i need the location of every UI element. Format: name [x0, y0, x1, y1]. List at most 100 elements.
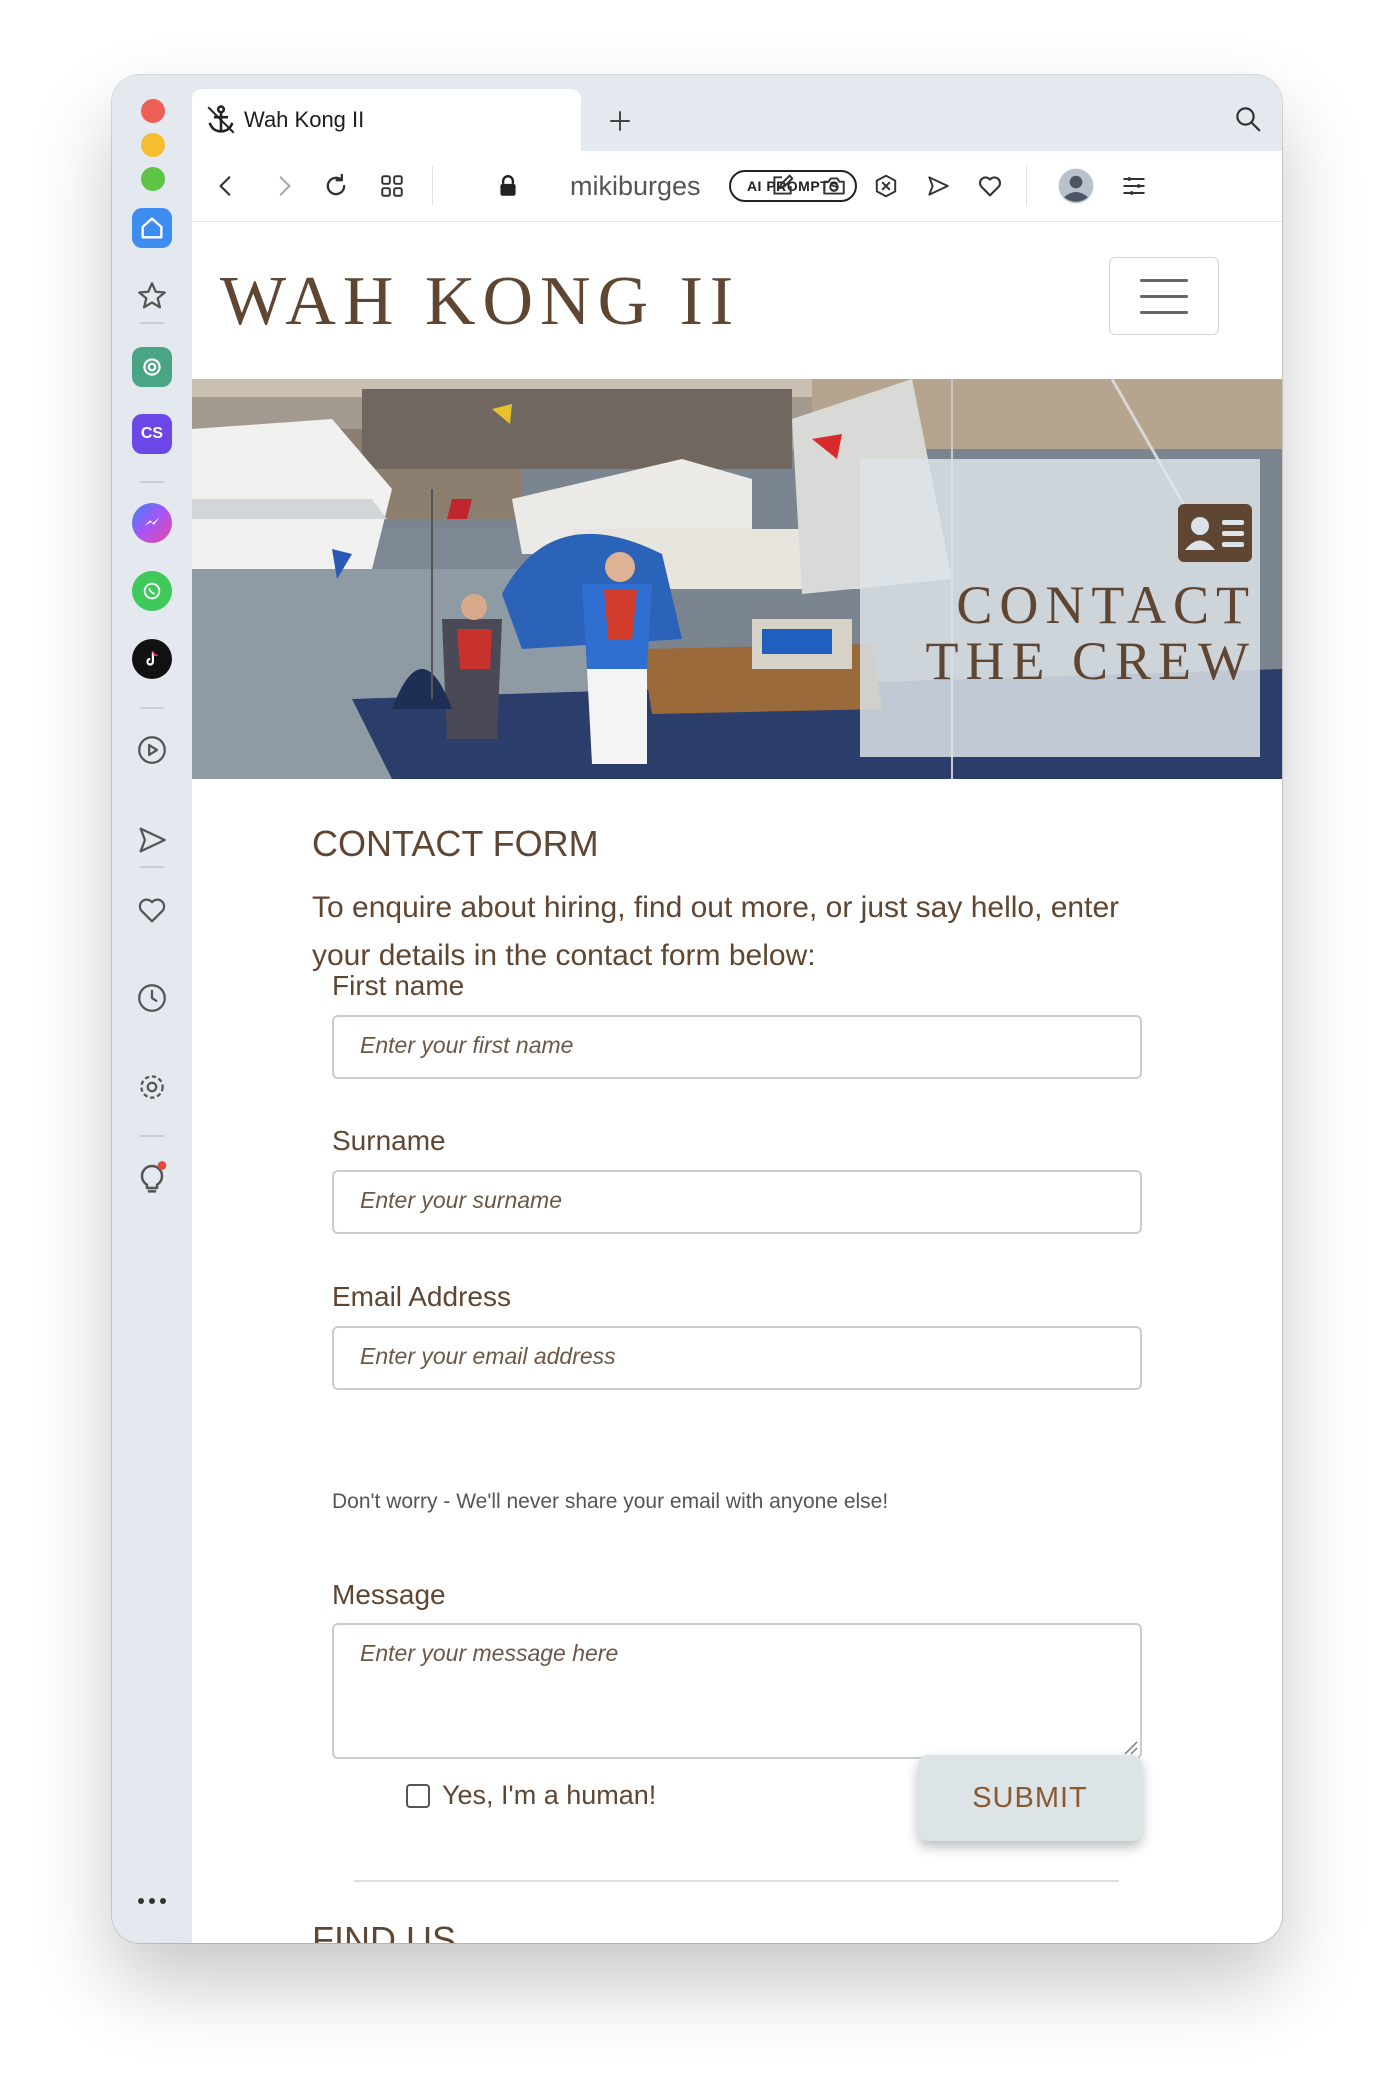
send-page-button[interactable] [916, 164, 960, 208]
reload-button[interactable] [314, 164, 358, 208]
tiktok-icon [132, 639, 172, 679]
more-icon [138, 1898, 166, 1904]
tab-bar: Wah Kong II [192, 75, 1282, 151]
find-us-heading: FIND US [312, 1919, 456, 1943]
chatgpt-icon [132, 347, 172, 387]
edit-button[interactable] [760, 164, 804, 208]
human-checkbox-label: Yes, I'm a human! [442, 1780, 657, 1810]
sidebar-separator [140, 707, 164, 709]
address-bar[interactable]: mikiburges [570, 167, 716, 205]
contact-form-intro: To enquire about hiring, find out more, … [312, 891, 1120, 972]
close-circle-icon [875, 174, 897, 198]
hero-title: CONTACT THE CREW [926, 577, 1256, 689]
messenger-icon [132, 503, 172, 543]
hero-title-line1: CONTACT [956, 575, 1256, 635]
site-security-button[interactable] [486, 164, 530, 208]
submit-button[interactable]: SUBMIT [918, 1755, 1142, 1841]
human-check[interactable]: Yes, I'm a human! [406, 1780, 656, 1811]
avatar-icon [1058, 168, 1094, 204]
reload-icon [326, 173, 346, 196]
sidebar-separator [140, 322, 164, 324]
surname-input[interactable]: Enter your surname [332, 1170, 1142, 1234]
send-icon [928, 176, 949, 196]
heart-icon [978, 176, 1002, 197]
sidebar-settings[interactable] [127, 1062, 177, 1112]
home-icon [132, 208, 172, 248]
first-name-placeholder: Enter your first name [360, 1032, 574, 1058]
forward-icon [279, 176, 291, 196]
web-page: WAH KONG II CONTACT THE CREW CONTACT FOR… [192, 222, 1282, 1943]
lock-icon [500, 175, 516, 196]
camera-icon [823, 177, 845, 195]
tab-search-button[interactable] [1228, 99, 1268, 139]
resize-grip-icon[interactable] [1122, 1739, 1138, 1755]
contact-card-icon [1178, 504, 1252, 567]
sidebar-separator [140, 1135, 164, 1137]
heart-icon [138, 898, 166, 923]
first-name-input[interactable]: Enter your first name [332, 1015, 1142, 1079]
back-icon [219, 176, 231, 196]
sidebar-bookmarks[interactable] [127, 271, 177, 321]
toolbar-separator [432, 166, 433, 206]
email-help-text: Don't worry - We'll never share your ema… [332, 1490, 889, 1513]
clock-icon [138, 984, 166, 1012]
hero-title-line2: THE CREW [925, 631, 1256, 691]
sidebar-send[interactable] [127, 815, 177, 865]
tabs-grid-button[interactable] [370, 164, 414, 208]
sidebar-tiktok[interactable] [127, 634, 177, 684]
site-brand[interactable]: WAH KONG II [220, 262, 740, 342]
sidebar-cs[interactable]: CS [127, 409, 177, 459]
sidebar-chatgpt[interactable] [127, 342, 177, 392]
address-toolbar: mikiburges AI PROMPTS [192, 151, 1282, 222]
new-tab-button[interactable] [600, 101, 640, 141]
browser-sidebar: CS [112, 75, 192, 1943]
sidebar-history[interactable] [127, 973, 177, 1023]
sidebar-home[interactable] [127, 203, 177, 253]
add-favorite-button[interactable] [968, 164, 1012, 208]
star-icon [138, 282, 166, 309]
email-input[interactable]: Enter your email address [332, 1326, 1142, 1390]
message-textarea[interactable]: Enter your message here [332, 1623, 1142, 1759]
edit-icon [773, 174, 794, 195]
hero-banner: CONTACT THE CREW [192, 379, 1282, 779]
cs-icon: CS [132, 414, 172, 454]
send-icon [139, 827, 166, 853]
sidebar-whatsapp[interactable] [127, 566, 177, 616]
tracker-block-button[interactable] [864, 164, 908, 208]
tab-wah-kong[interactable]: Wah Kong II [192, 89, 581, 151]
email-placeholder: Enter your email address [360, 1343, 616, 1369]
browser-window: CS Wah Kong II mikiburges AI PROMPTS WAH… [112, 75, 1282, 1943]
sidebar-separator [140, 481, 164, 483]
tab-title: Wah Kong II [244, 107, 365, 132]
anchor-favicon-icon [207, 105, 235, 134]
minimize-window-button[interactable] [141, 133, 165, 157]
snapshot-button[interactable] [812, 164, 856, 208]
whatsapp-icon [132, 571, 172, 611]
tabs-grid-icon [381, 175, 403, 197]
message-placeholder: Enter your message here [360, 1640, 619, 1666]
hamburger-line [1140, 294, 1188, 298]
sidebar-more[interactable] [127, 1876, 177, 1926]
sidebar-tips[interactable] [127, 1153, 177, 1203]
nav-toggle-button[interactable] [1109, 257, 1219, 335]
surname-placeholder: Enter your surname [360, 1187, 562, 1213]
close-window-button[interactable] [141, 99, 165, 123]
back-button[interactable] [204, 164, 248, 208]
human-checkbox[interactable] [406, 1783, 430, 1808]
forward-button[interactable] [262, 164, 306, 208]
profile-button[interactable] [1054, 164, 1098, 208]
section-divider [354, 1880, 1119, 1882]
search-icon [1236, 107, 1261, 132]
hamburger-line [1140, 278, 1188, 282]
first-name-label: First name [332, 970, 465, 1001]
sidebar-messenger[interactable] [127, 498, 177, 548]
email-label: Email Address [332, 1281, 511, 1312]
zoom-window-button[interactable] [141, 167, 165, 191]
surname-label: Surname [332, 1125, 446, 1156]
message-label: Message [332, 1579, 446, 1610]
browser-menu-button[interactable] [1112, 164, 1156, 208]
sidebar-player[interactable] [127, 725, 177, 775]
hero-title-card: CONTACT THE CREW [860, 459, 1260, 757]
plus-icon [610, 111, 630, 131]
sidebar-favorites[interactable] [127, 885, 177, 935]
